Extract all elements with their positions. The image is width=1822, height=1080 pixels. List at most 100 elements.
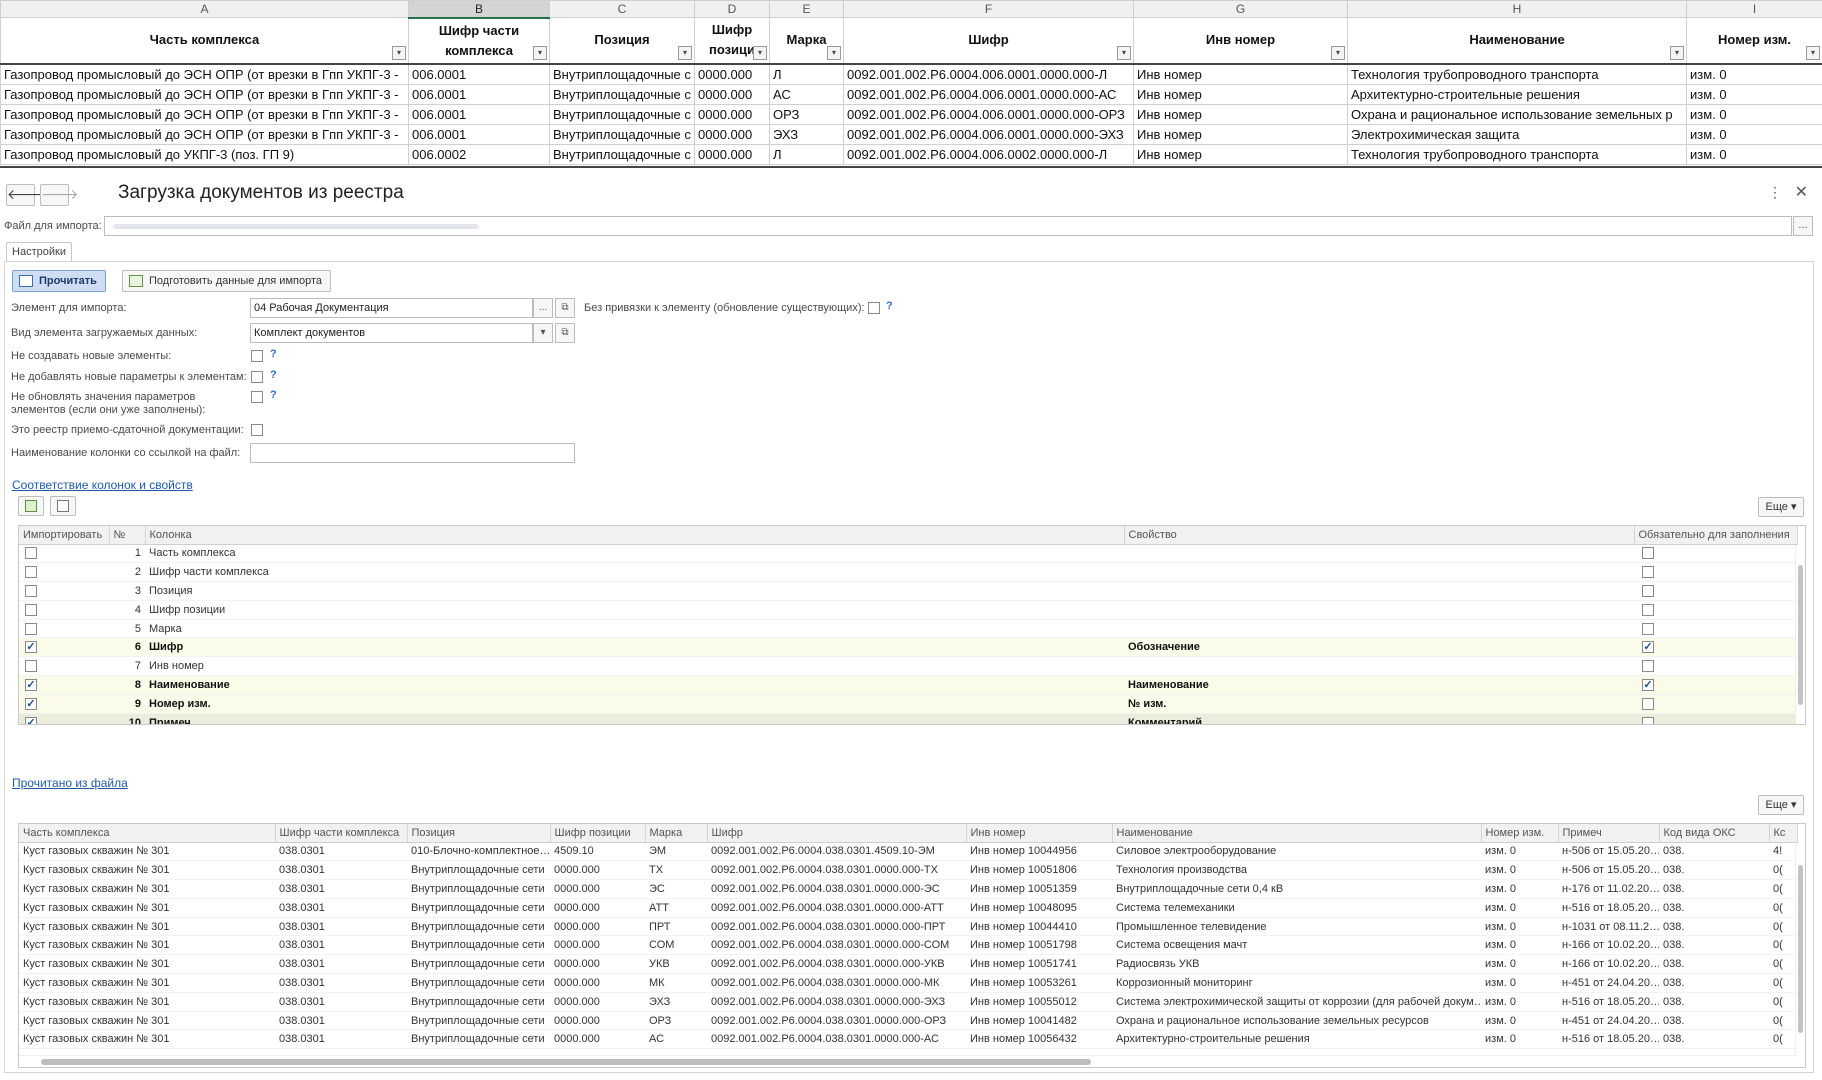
- spreadsheet-cell[interactable]: изм. 0: [1686, 63, 1822, 85]
- column-letter[interactable]: B: [408, 0, 550, 19]
- read-row[interactable]: Куст газовых скважин № 301 038.0301 Внутри…: [19, 917, 1797, 937]
- property-name[interactable]: [1124, 656, 1634, 677]
- read-row[interactable]: Куст газовых скважин № 301 038.0301 Внутри…: [19, 973, 1797, 993]
- mapping-row[interactable]: ✓ 10 Примеч Комментарий: [19, 713, 1797, 724]
- spreadsheet-cell[interactable]: 0000.000: [694, 63, 770, 85]
- property-name[interactable]: [1124, 562, 1634, 583]
- read-header-cell[interactable]: Наименование: [1112, 824, 1482, 843]
- column-letter[interactable]: H: [1347, 0, 1687, 18]
- prepare-data-button[interactable]: Подготовить данные для импорта: [122, 270, 331, 292]
- import-checkbox[interactable]: [25, 660, 37, 673]
- forward-button[interactable]: 🡒: [40, 184, 79, 206]
- check-all-button[interactable]: [18, 496, 44, 516]
- spreadsheet-cell[interactable]: Внутриплощадочные с: [549, 123, 695, 145]
- read-header-cell[interactable]: Примеч: [1558, 824, 1660, 843]
- spreadsheet-cell[interactable]: Электрохимическая защита: [1347, 123, 1687, 145]
- spreadsheet-cell[interactable]: 006.0001: [408, 83, 550, 105]
- import-checkbox[interactable]: [25, 585, 37, 598]
- column-letter[interactable]: E: [769, 0, 844, 18]
- uncheck-all-button[interactable]: [50, 496, 76, 516]
- mapping-row[interactable]: ✓ 9 Номер изм. № изм.: [19, 694, 1797, 714]
- property-name[interactable]: [1124, 600, 1634, 620]
- required-checkbox[interactable]: [1642, 660, 1654, 673]
- spreadsheet-cell[interactable]: 0092.001.002.Р6.0004.006.0001.0000.000-О…: [843, 103, 1134, 125]
- mapping-row[interactable]: 1 Часть комплекса: [19, 544, 1797, 564]
- spreadsheet-cell[interactable]: 0000.000: [694, 143, 770, 165]
- read-header-cell[interactable]: Кс: [1769, 824, 1798, 843]
- read-header-cell[interactable]: Шифр позиции: [550, 824, 646, 843]
- read-hscrollbar[interactable]: [19, 1055, 1797, 1067]
- import-checkbox[interactable]: ✓: [25, 641, 37, 654]
- help-icon[interactable]: ?: [886, 300, 893, 312]
- filter-dropdown-icon[interactable]: ▾: [1670, 45, 1684, 60]
- read-row[interactable]: Куст газовых скважин № 301 038.0301 Внутри…: [19, 898, 1797, 918]
- property-name[interactable]: Наименование: [1124, 675, 1634, 695]
- opt-no-create-checkbox[interactable]: [251, 350, 263, 362]
- required-checkbox[interactable]: ✓: [1642, 641, 1654, 654]
- spreadsheet-cell[interactable]: Газопровод промысловый до ЭСН ОПР (от вр…: [0, 63, 409, 85]
- mapping-row[interactable]: ✓ 6 Шифр Обозначение ✓: [19, 637, 1797, 658]
- spreadsheet-cell[interactable]: Л: [769, 63, 844, 85]
- spreadsheet-cell[interactable]: Внутриплощадочные с: [549, 83, 695, 105]
- element-input[interactable]: 04 Рабочая Документация: [250, 298, 533, 318]
- opt-no-update-checkbox[interactable]: [251, 391, 263, 403]
- mapping-header-cell[interactable]: №: [109, 526, 146, 545]
- spreadsheet-cell[interactable]: Газопровод промысловый до ЭСН ОПР (от вр…: [0, 103, 409, 125]
- required-checkbox[interactable]: [1642, 585, 1654, 598]
- read-more-button[interactable]: Еще ▾: [1758, 795, 1804, 815]
- spreadsheet-cell[interactable]: Л: [769, 143, 844, 165]
- read-row[interactable]: Куст газовых скважин № 301 038.0301 Внутри…: [19, 954, 1797, 975]
- required-checkbox[interactable]: ✓: [1642, 679, 1654, 692]
- close-icon[interactable]: ✕: [1795, 182, 1808, 202]
- column-letter[interactable]: A: [0, 0, 409, 18]
- mapping-header-cell[interactable]: Колонка: [145, 526, 1125, 545]
- import-checkbox[interactable]: [25, 566, 37, 579]
- filter-dropdown-icon[interactable]: ▾: [753, 45, 767, 60]
- spreadsheet-cell[interactable]: Технология трубопроводного транспорта: [1347, 143, 1687, 165]
- back-button[interactable]: 🡐: [6, 184, 45, 206]
- filter-dropdown-icon[interactable]: ▾: [678, 45, 692, 60]
- property-name[interactable]: [1124, 544, 1634, 564]
- file-input[interactable]: [104, 216, 1792, 236]
- spreadsheet-cell[interactable]: 0092.001.002.Р6.0004.006.0001.0000.000-А…: [843, 83, 1134, 105]
- property-name[interactable]: Комментарий: [1124, 713, 1634, 724]
- mapping-row[interactable]: ✓ 8 Наименование Наименование ✓: [19, 675, 1797, 695]
- read-header-cell[interactable]: Позиция: [407, 824, 551, 843]
- spreadsheet-cell[interactable]: Инв номер: [1133, 143, 1348, 165]
- spreadsheet-cell[interactable]: Газопровод промысловый до ЭСН ОПР (от вр…: [0, 123, 409, 145]
- required-checkbox[interactable]: [1642, 716, 1654, 724]
- mapping-row[interactable]: 4 Шифр позиции: [19, 600, 1797, 620]
- help-icon[interactable]: ?: [270, 369, 277, 381]
- read-button[interactable]: Прочитать: [12, 270, 106, 292]
- property-name[interactable]: [1124, 581, 1634, 601]
- column-letter[interactable]: C: [549, 0, 695, 18]
- read-vscroll-thumb[interactable]: [1798, 865, 1803, 1033]
- mapping-header-cell[interactable]: Свойство: [1124, 526, 1635, 545]
- required-checkbox[interactable]: [1642, 566, 1654, 579]
- spreadsheet-cell[interactable]: 0092.001.002.Р6.0004.006.0002.0000.000-Л: [843, 143, 1134, 165]
- mapping-more-button[interactable]: Еще ▾: [1758, 497, 1804, 517]
- file-select-button[interactable]: ...: [1793, 216, 1813, 236]
- spreadsheet-cell[interactable]: изм. 0: [1686, 83, 1822, 105]
- element-select-button[interactable]: ...: [533, 298, 553, 318]
- import-checkbox[interactable]: ✓: [25, 679, 37, 692]
- property-name[interactable]: Обозначение: [1124, 637, 1634, 658]
- filter-dropdown-icon[interactable]: ▾: [392, 45, 406, 60]
- col-link-input[interactable]: [250, 443, 575, 463]
- column-letter[interactable]: F: [843, 0, 1134, 18]
- spreadsheet-cell[interactable]: 0000.000: [694, 123, 770, 145]
- read-row[interactable]: Куст газовых скважин № 301 038.0301 Внутри…: [19, 992, 1797, 1012]
- spreadsheet-cell[interactable]: Внутриплощадочные с: [549, 103, 695, 125]
- spreadsheet-cell[interactable]: 0000.000: [694, 83, 770, 105]
- import-checkbox[interactable]: [25, 622, 37, 635]
- import-checkbox[interactable]: [25, 547, 37, 560]
- read-header-cell[interactable]: Марка: [645, 824, 708, 843]
- element-open-icon[interactable]: ⧉: [555, 298, 575, 318]
- spreadsheet-cell[interactable]: 0092.001.002.Р6.0004.006.0001.0000.000-Л: [843, 63, 1134, 85]
- spreadsheet-cell[interactable]: Инв номер: [1133, 123, 1348, 145]
- spreadsheet-cell[interactable]: Газопровод промысловый до УКПГ-3 (поз. Г…: [0, 143, 409, 165]
- opt-no-params-checkbox[interactable]: [251, 371, 263, 383]
- read-header-cell[interactable]: Номер изм.: [1481, 824, 1559, 843]
- column-letter[interactable]: I: [1686, 0, 1822, 18]
- mapping-row[interactable]: 7 Инв номер: [19, 656, 1797, 677]
